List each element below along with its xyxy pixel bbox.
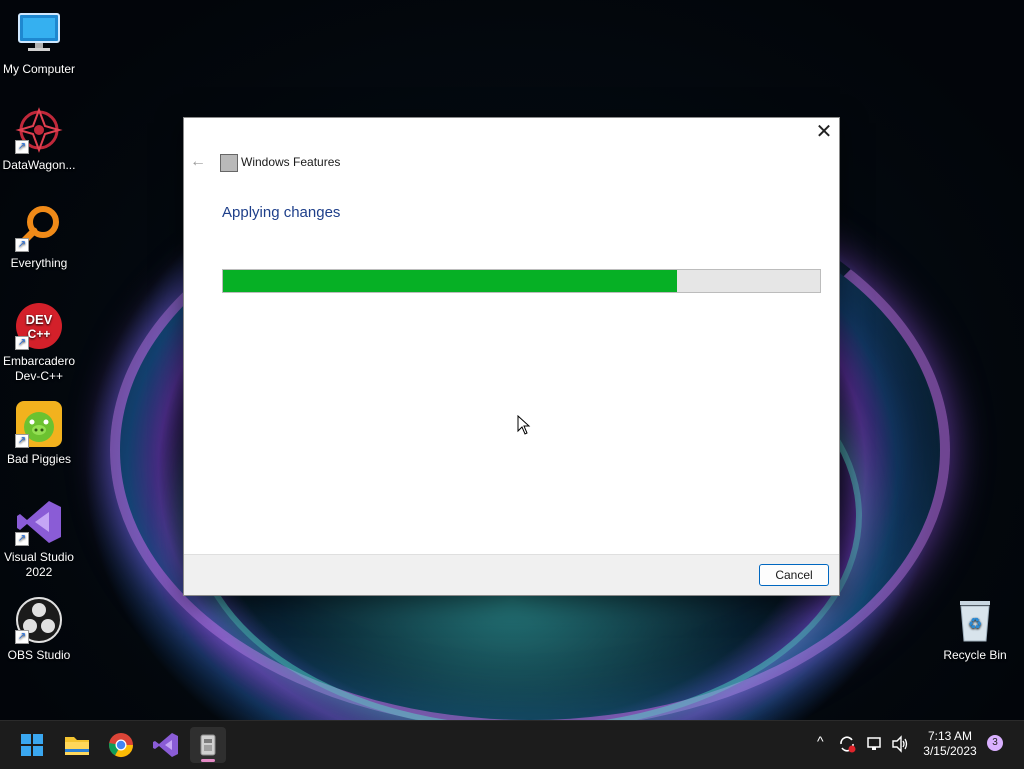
- close-button[interactable]: ✕: [809, 118, 839, 146]
- notification-badge[interactable]: 3: [987, 735, 1003, 751]
- progress-bar: [222, 269, 821, 293]
- status-heading: Applying changes: [222, 204, 341, 221]
- taskbar-visual-studio[interactable]: [147, 727, 183, 763]
- shortcut-arrow-icon: ↗: [15, 336, 29, 350]
- datawagon-icon: ↗: [15, 106, 63, 154]
- desktop-icon-bad-piggies[interactable]: ↗ Bad Piggies: [0, 400, 78, 467]
- magnifier-icon: ↗: [15, 204, 63, 252]
- desktop-icon-label: DataWagon...: [2, 158, 76, 172]
- desktop-icon-obs-studio[interactable]: ↗ OBS Studio: [0, 596, 78, 663]
- windows-start-icon: [21, 734, 43, 756]
- shortcut-arrow-icon: ↗: [15, 434, 29, 448]
- shortcut-arrow-icon: ↗: [15, 532, 29, 546]
- show-hidden-icons-chevron-icon[interactable]: ^: [817, 733, 824, 749]
- visual-studio-icon: [153, 733, 178, 757]
- active-app-indicator: [201, 759, 215, 762]
- svg-text:DEV: DEV: [26, 312, 53, 327]
- desktop-icon-label: OBS Studio: [7, 648, 71, 662]
- start-button[interactable]: [14, 727, 50, 763]
- shortcut-arrow-icon: ↗: [15, 238, 29, 252]
- svg-text:C++: C++: [28, 327, 51, 341]
- visual-studio-icon: ↗: [15, 498, 63, 546]
- system-clock[interactable]: 7:13 AM 3/15/2023: [918, 729, 982, 759]
- shortcut-arrow-icon: ↗: [15, 140, 29, 154]
- desktop-icon-recycle-bin[interactable]: ♻ Recycle Bin: [936, 596, 1014, 663]
- desktop-icon-visual-studio[interactable]: ↗ Visual Studio 2022: [0, 498, 78, 580]
- monitor-icon: [15, 10, 63, 58]
- clock-time: 7:13 AM: [927, 729, 973, 743]
- progress-bar-fill: [223, 270, 677, 292]
- desktop-icon-datawagon[interactable]: ↗ DataWagon...: [0, 106, 78, 173]
- volume-icon[interactable]: [891, 735, 909, 753]
- dialog-title: Windows Features: [241, 155, 341, 169]
- taskbar-chrome[interactable]: [103, 727, 139, 763]
- desktop-icon-label: Everything: [10, 256, 68, 270]
- dialog-footer: Cancel: [184, 554, 839, 595]
- taskbar: ^ 7:13 AM 3/15/2023 3: [0, 720, 1024, 769]
- desktop-icon-devcpp[interactable]: DEV C++ ↗ Embarcadero Dev-C++: [0, 302, 78, 384]
- network-icon[interactable]: [866, 735, 884, 753]
- bad-piggies-icon: ↗: [15, 400, 63, 448]
- desktop-icon-label: Visual Studio 2022: [4, 550, 74, 579]
- desktop-icon-my-computer[interactable]: My Computer: [0, 10, 78, 77]
- windows-features-icon: [220, 154, 238, 172]
- desktop-icon-label: Bad Piggies: [6, 452, 72, 466]
- devcpp-icon: DEV C++ ↗: [15, 302, 63, 350]
- windows-features-icon: [200, 734, 216, 756]
- desktop-icon-label: Recycle Bin: [943, 648, 1007, 662]
- back-arrow-icon[interactable]: ←: [190, 153, 206, 171]
- cancel-button[interactable]: Cancel: [759, 564, 829, 586]
- obs-icon: ↗: [15, 596, 63, 644]
- clock-date: 3/15/2023: [923, 744, 977, 758]
- taskbar-file-explorer[interactable]: [59, 727, 95, 763]
- windows-features-dialog: ✕ ← Windows Features Applying changes Ca…: [183, 117, 840, 596]
- sync-icon[interactable]: [838, 735, 856, 753]
- recycle-bin-icon: ♻: [951, 596, 999, 644]
- desktop-icon-label: Embarcadero Dev-C++: [2, 354, 76, 383]
- mouse-cursor-icon: [517, 415, 531, 435]
- desktop-icon-everything[interactable]: ↗ Everything: [0, 204, 78, 271]
- shortcut-arrow-icon: ↗: [15, 630, 29, 644]
- file-explorer-icon: [65, 737, 89, 755]
- desktop-icon-label: My Computer: [2, 62, 76, 76]
- taskbar-windows-features[interactable]: [190, 727, 226, 763]
- chrome-icon: [109, 733, 133, 758]
- svg-text:♻: ♻: [968, 614, 982, 633]
